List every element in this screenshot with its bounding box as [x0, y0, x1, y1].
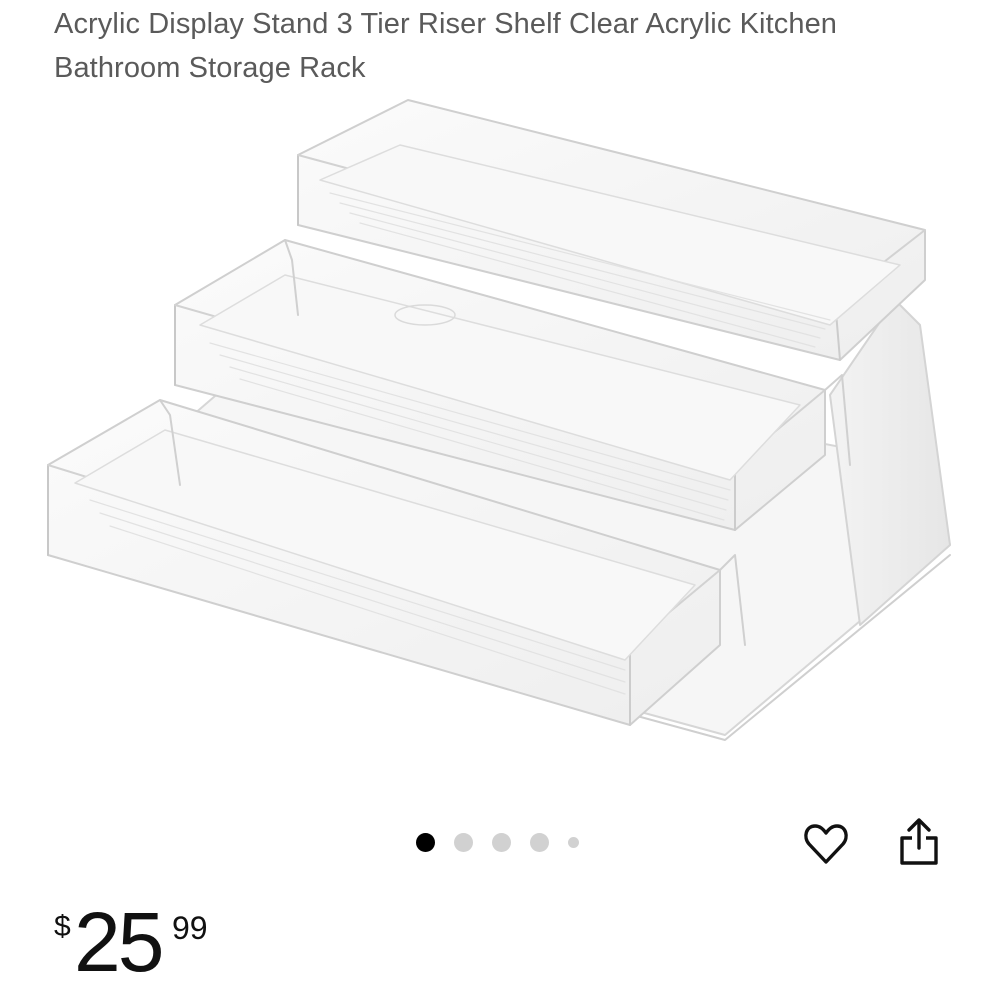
- carousel-dot[interactable]: [492, 832, 511, 852]
- price-cents: 99: [172, 910, 208, 946]
- share-button[interactable]: [897, 817, 941, 867]
- carousel-dot[interactable]: [454, 832, 473, 852]
- share-icon: [900, 818, 938, 865]
- carousel-dot[interactable]: [530, 832, 549, 852]
- product-image[interactable]: [30, 85, 970, 755]
- heart-icon: [804, 824, 848, 864]
- image-carousel-dots: [416, 832, 598, 852]
- price-dollars: 25: [74, 895, 164, 989]
- product-title: Acrylic Display Stand 3 Tier Riser Shelf…: [54, 8, 838, 84]
- product-page: Acrylic Display Stand 3 Tier Riser Shelf…: [0, 0, 1000, 1000]
- favorite-button[interactable]: [802, 820, 850, 868]
- price-currency: $: [54, 910, 71, 943]
- carousel-dot[interactable]: [568, 836, 579, 848]
- carousel-dot-active[interactable]: [416, 832, 435, 852]
